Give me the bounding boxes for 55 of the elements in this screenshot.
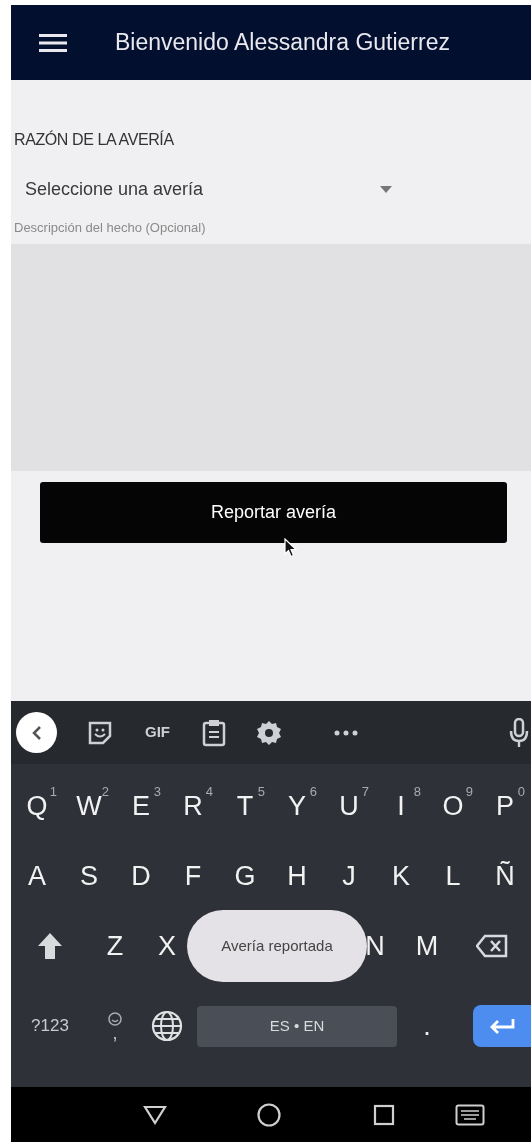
key-hint: 5 (257, 783, 265, 801)
back-button[interactable] (16, 712, 57, 753)
key-hint: 8 (413, 783, 421, 801)
key[interactable]: H (271, 846, 323, 906)
key[interactable]: . (401, 996, 453, 1056)
emoji-comma-key[interactable]: , (89, 996, 141, 1056)
key[interactable]: L (427, 846, 479, 906)
key-hint: 7 (361, 783, 369, 801)
key[interactable]: I 8 (375, 776, 427, 836)
section-label: RAZÓN DE LA AVERÍA (14, 129, 175, 150)
key-hint: 2 (101, 783, 109, 799)
key[interactable]: A (11, 846, 63, 906)
key-hint: 6 (309, 783, 317, 801)
backspace-icon (476, 934, 508, 958)
shift-arrow-icon (37, 932, 63, 960)
keyboard-icon[interactable] (455, 1103, 485, 1126)
more-icon[interactable] (334, 729, 358, 736)
menu-icon[interactable] (39, 32, 67, 53)
key-hint: 4 (205, 783, 213, 801)
caret-icon (380, 185, 392, 193)
settings-icon[interactable] (256, 719, 282, 746)
key[interactable]: Ñ (479, 846, 531, 906)
field-label: Descripción del hecho (Opcional) (14, 219, 207, 237)
key[interactable]: D (115, 846, 167, 906)
emoji-icon (108, 1012, 122, 1026)
dropdown[interactable]: Seleccione una avería (14, 168, 404, 210)
back-triangle-icon[interactable] (143, 1104, 167, 1125)
clipboard-icon[interactable] (202, 718, 226, 747)
sticker-icon[interactable] (87, 719, 113, 746)
report-button[interactable]: Reportar avería (40, 481, 507, 543)
enter-key[interactable] (473, 1005, 531, 1047)
gif-button[interactable]: GIF (143, 721, 172, 744)
key[interactable]: M (401, 916, 453, 976)
enter-arrow-icon (489, 1018, 515, 1034)
symbols-key[interactable]: ?123 (11, 996, 89, 1056)
key-hint: 0 (517, 783, 525, 801)
chevron-left-icon (31, 725, 42, 740)
key[interactable]: G (219, 846, 271, 906)
toast: Avería reportada (187, 910, 367, 982)
key[interactable]: J (323, 846, 375, 906)
globe-icon (151, 1010, 183, 1042)
key-hint: 1 (49, 783, 57, 801)
key[interactable]: K (375, 846, 427, 906)
mic-icon[interactable] (509, 717, 529, 748)
key[interactable]: F (167, 846, 219, 906)
home-icon[interactable] (257, 1102, 281, 1127)
key[interactable]: S (63, 846, 115, 906)
description-field[interactable] (11, 243, 531, 471)
window-title: Bienvenido Alessandra Gutierrez (115, 28, 450, 58)
key-hint: 9 (465, 783, 473, 801)
key-hint: 3 (153, 783, 161, 801)
recents-icon[interactable] (373, 1103, 395, 1126)
pointer-icon (284, 538, 298, 558)
key[interactable]: Z (89, 916, 141, 976)
space-key[interactable]: ES • EN (197, 1005, 397, 1047)
